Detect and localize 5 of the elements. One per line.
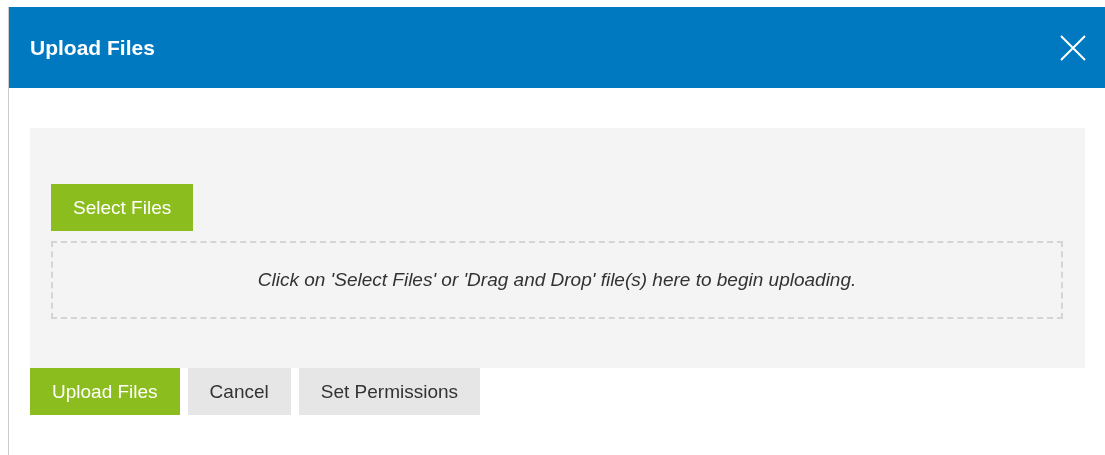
- dialog-button[interactable]: Cancel: [187, 368, 291, 415]
- dialog-title: Upload Files: [30, 35, 155, 60]
- dialog-button[interactable]: Set Permissions: [298, 368, 481, 415]
- close-icon[interactable]: [1059, 33, 1087, 62]
- drop-zone[interactable]: Click on 'Select Files' or 'Drag and Drop' file(s) here to begin uploading.: [51, 241, 1063, 319]
